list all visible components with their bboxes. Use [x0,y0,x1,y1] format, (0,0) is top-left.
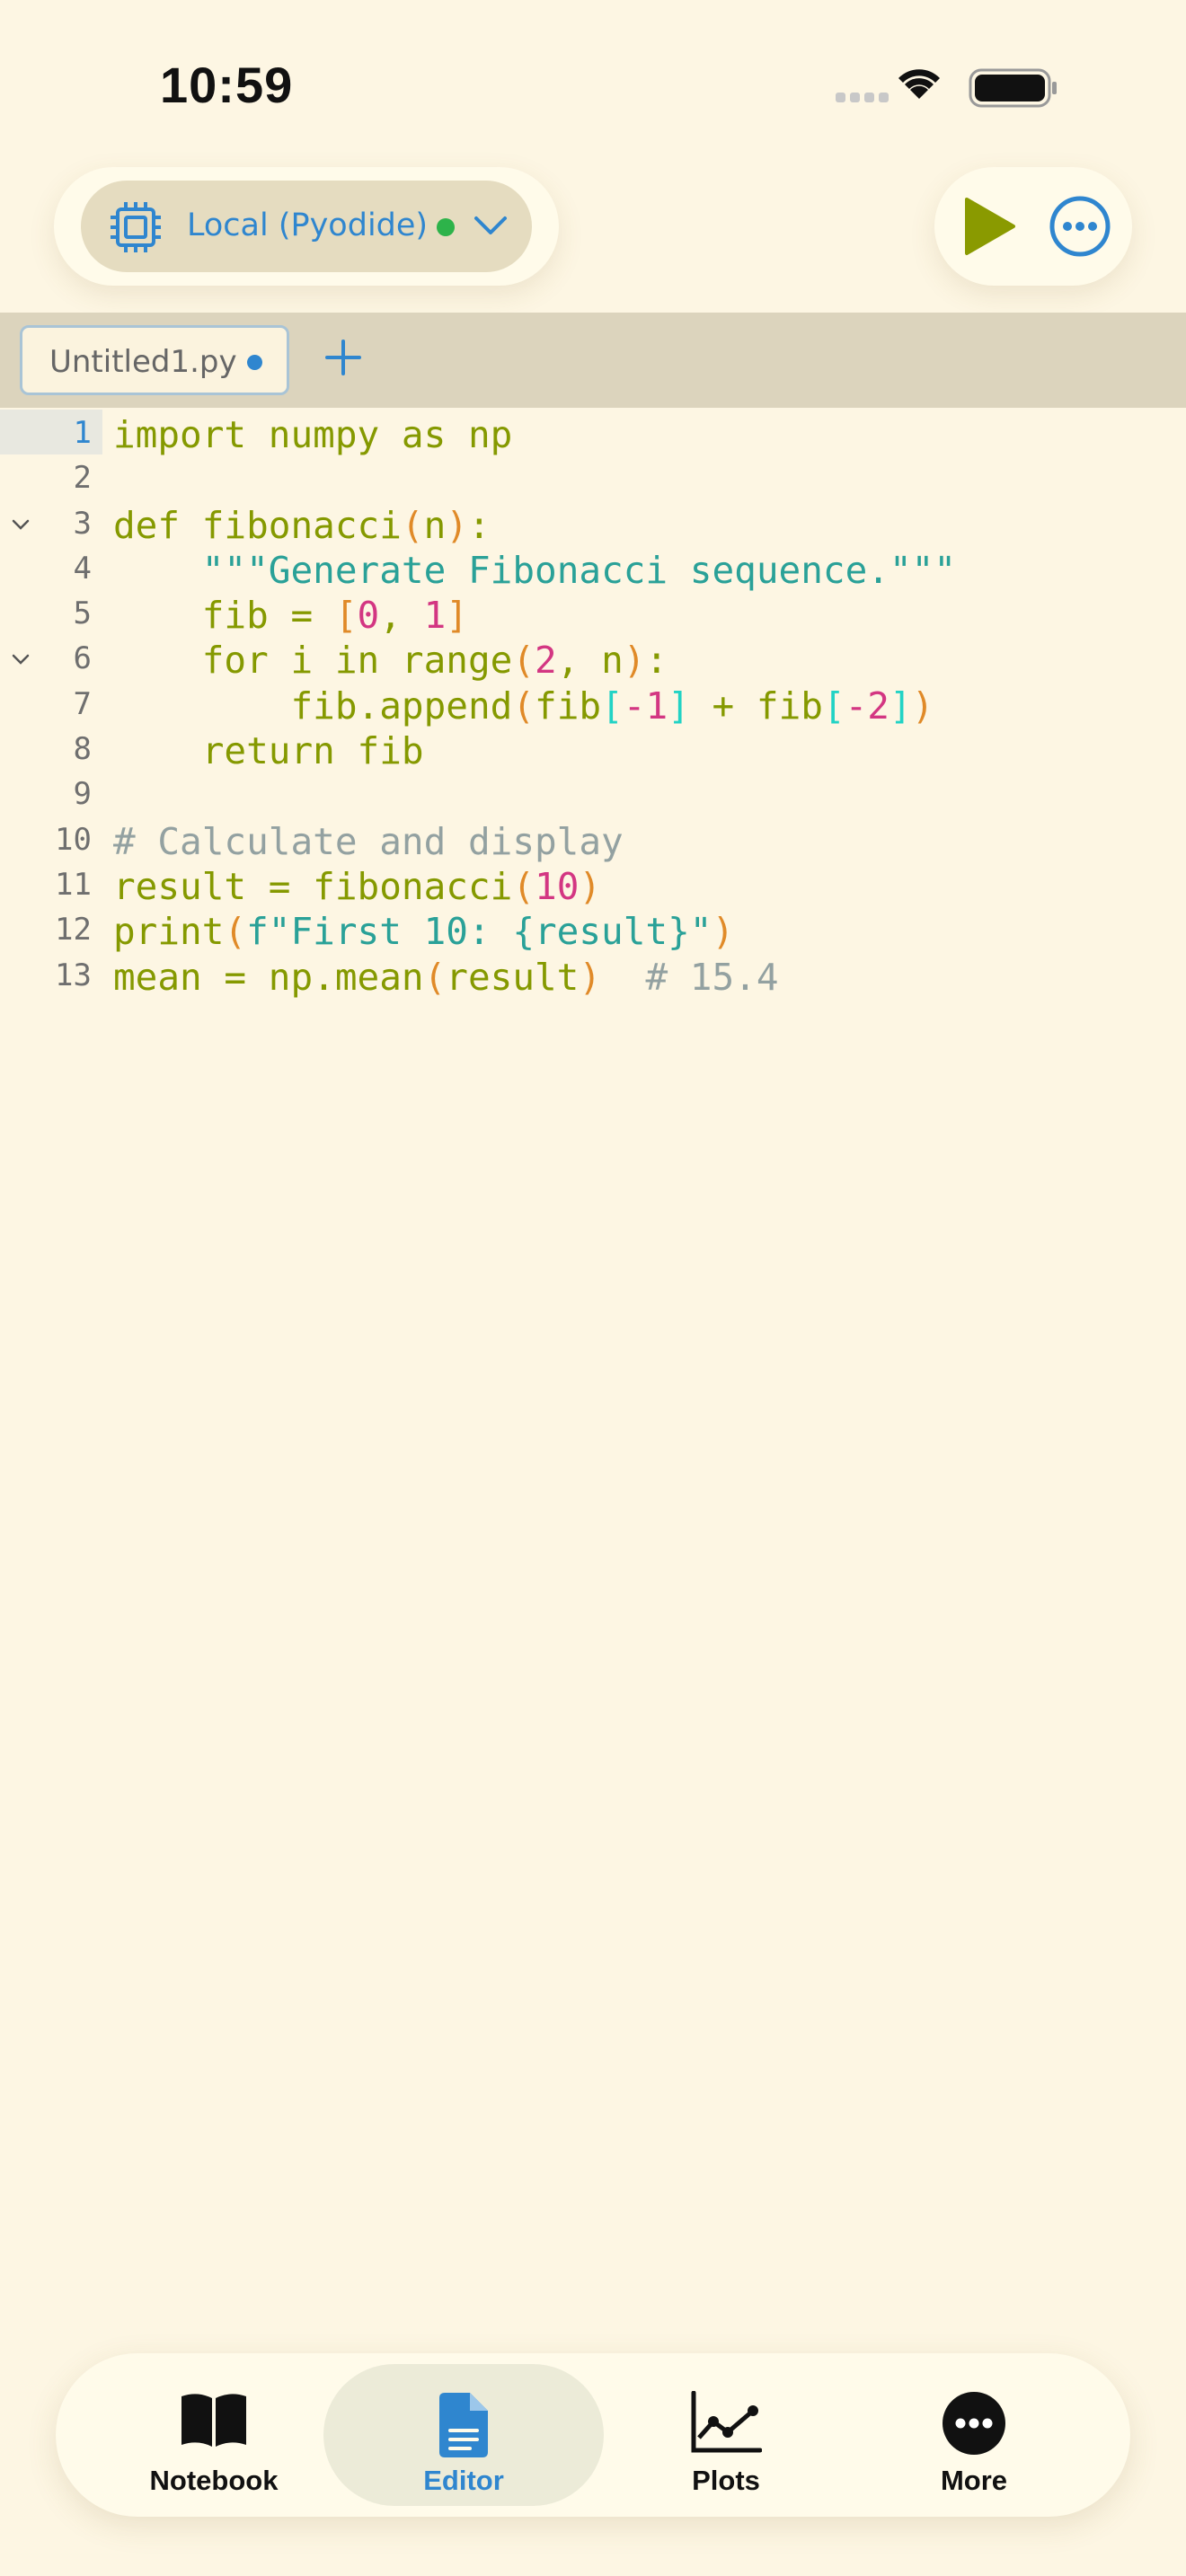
kernel-status-indicator [437,218,455,236]
line-number: 2 [73,460,92,497]
line-number: 8 [73,731,92,768]
nav-more-label: More [940,2465,1008,2496]
cpu-chip-icon [111,202,161,252]
code-text: result = fibonacci(10) [113,864,602,908]
code-text: return fib [113,729,424,773]
code-line[interactable]: 11 result = fibonacci(10) [0,861,1186,908]
code-text: import numpy as np [113,413,513,456]
fold-chevron-icon[interactable] [11,653,31,666]
status-icons [836,63,1078,113]
code-line[interactable]: 9 [0,771,1186,816]
run-button[interactable] [954,194,1019,259]
code-text: def fibonacci(n): [113,503,491,547]
code-text: for i in range(2, n): [113,639,668,683]
line-number: 12 [55,912,92,948]
cellular-signal-icon [836,93,889,102]
nav-editor-label: Editor [423,2465,504,2496]
code-line[interactable]: 13 mean = np.mean(result) # 15.4 [0,952,1186,999]
status-time: 10:59 [160,57,294,113]
chevron-down-icon [474,216,507,234]
document-icon [439,2393,488,2457]
nav-editor[interactable]: Editor [323,2364,604,2506]
nav-notebook-label: Notebook [149,2465,279,2496]
fold-chevron-icon[interactable] [11,518,31,531]
battery-icon [969,68,1057,108]
file-tab[interactable]: Untitled1.py [20,325,289,395]
code-line[interactable]: 5 fib = [0, 1] [0,590,1186,638]
nav-more[interactable]: More [834,2364,1114,2506]
code-editor[interactable]: 1 import numpy as np 2 3 def fibonacci(n): 4 … [0,410,1186,999]
file-tab-label: Untitled1.py [49,344,237,380]
nav-notebook[interactable]: Notebook [74,2364,354,2506]
code-line[interactable]: 10 # Calculate and display [0,816,1186,863]
kernel-selector-container: Local (Pyodide) [54,167,559,286]
line-number: 3 [73,505,92,542]
wifi-icon [898,69,940,99]
line-number: 5 [73,595,92,632]
code-text: mean = np.mean(result) # 15.4 [113,955,779,999]
line-number: 6 [73,640,92,677]
code-text: fib.append(fib[-1] + fib[-2]) [113,684,934,728]
code-line[interactable]: 12 print(f"First 10: {result}") [0,906,1186,954]
nav-plots-label: Plots [692,2465,760,2496]
line-number: 4 [73,550,92,587]
code-text: print(f"First 10: {result}") [113,910,735,954]
code-line[interactable]: 4 """Generate Fibonacci sequence.""" [0,545,1186,592]
code-line[interactable]: 8 return fib [0,726,1186,773]
code-text: fib = [0, 1] [113,594,468,638]
book-icon [181,2394,246,2447]
code-line[interactable]: 7 fib.append(fib[-1] + fib[-2]) [0,681,1186,728]
kernel-label: Local (Pyodide) [187,207,429,243]
ellipsis-circle-icon [943,2392,1005,2455]
line-number: 10 [55,821,92,858]
line-number: 13 [55,957,92,993]
code-line[interactable]: 1 import numpy as np [0,410,1186,456]
bottom-navigation: Notebook Editor Plots More [56,2353,1130,2517]
line-number: 1 [73,415,92,451]
kernel-selector[interactable]: Local (Pyodide) [81,181,532,272]
nav-plots[interactable]: Plots [586,2364,866,2506]
code-line[interactable]: 6 for i in range(2, n): [0,635,1186,683]
line-number: 9 [73,776,92,813]
action-group [934,167,1132,286]
code-text: # Calculate and display [113,819,624,863]
line-number: 11 [55,866,92,903]
unsaved-indicator [247,355,262,370]
more-options-button[interactable] [1048,194,1112,259]
line-chart-icon [691,2391,762,2453]
code-line[interactable]: 2 [0,454,1186,499]
file-tab-bar: Untitled1.py [0,313,1186,408]
code-text: """Generate Fibonacci sequence.""" [201,548,957,592]
line-number: 7 [73,685,92,722]
add-tab-button[interactable] [323,338,363,377]
code-line[interactable]: 3 def fibonacci(n): [0,500,1186,547]
